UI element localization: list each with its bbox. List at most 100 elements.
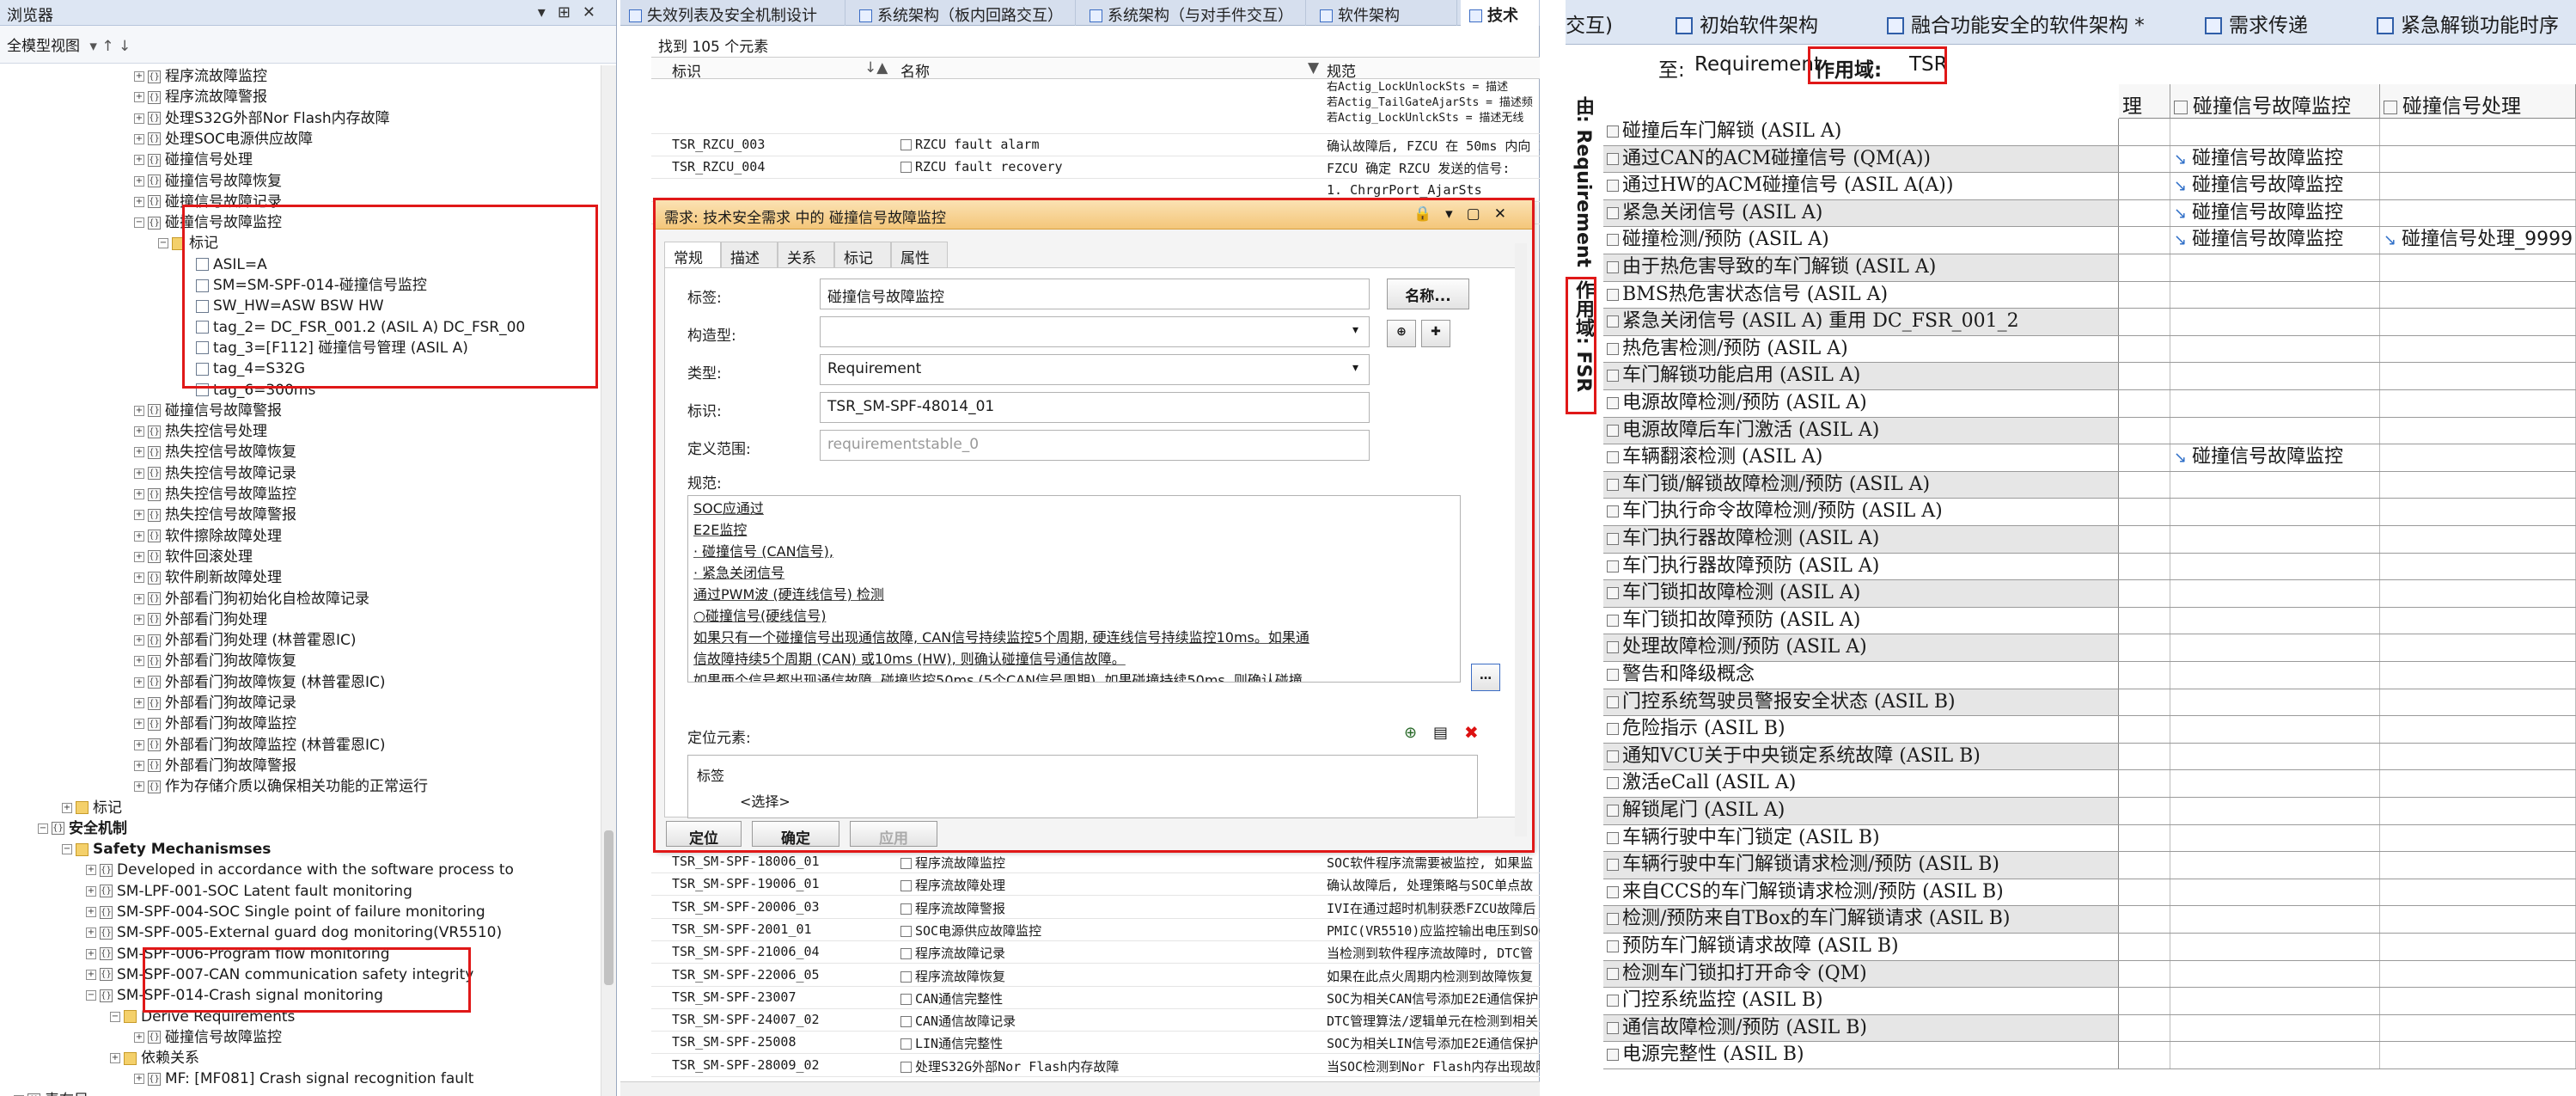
matrix-row[interactable]: 门控系统监控 (ASIL B) <box>1603 988 2576 1015</box>
matrix-cell[interactable] <box>2380 960 2576 988</box>
tree-item[interactable]: + {} 碰撞信号故障监控 <box>134 1028 282 1048</box>
matrix-cell[interactable] <box>2170 906 2380 933</box>
tab-system-arch-peer[interactable]: 系统架构（与对手件交互） <box>1081 0 1306 26</box>
matrix-cell[interactable]: ↘ 碰撞信号故障监控 <box>2170 444 2380 471</box>
matrix-cell[interactable] <box>2119 145 2170 173</box>
matrix-cell[interactable] <box>2380 743 2576 770</box>
tree-item[interactable]: + {} 碰撞信号故障恢复 <box>134 172 282 192</box>
tab-general[interactable]: 常规 <box>664 242 721 269</box>
expand-toggle-icon[interactable]: + <box>62 802 72 813</box>
matrix-cell[interactable] <box>2380 852 2576 879</box>
matrix-cell[interactable] <box>2119 607 2170 634</box>
matrix-cell[interactable]: ↘ 碰撞信号故障监控 <box>2170 199 2380 227</box>
tab-technical[interactable]: 技术 <box>1461 0 1540 26</box>
matrix-cell[interactable] <box>2119 227 2170 254</box>
col-id[interactable]: 标识 <box>672 59 701 81</box>
tree-item[interactable]: + {} 作为存储介质以确保相关功能的正常运行 <box>134 777 428 797</box>
expand-toggle-icon[interactable]: + <box>134 489 144 499</box>
tree-item[interactable]: + {} 软件刷新故障处理 <box>134 568 282 588</box>
matrix-cell[interactable] <box>2170 471 2380 499</box>
matrix-row-header[interactable]: 解锁尾门 (ASIL A) <box>1603 798 2119 824</box>
matrix-cell[interactable] <box>2380 798 2576 824</box>
tab-emergency-unlock[interactable]: 紧急解锁功能时序 <box>2377 9 2559 38</box>
matrix-cell[interactable] <box>2170 1042 2380 1068</box>
tree-item[interactable]: + {} 外部看门狗处理 (林普霍恩IC) <box>134 631 357 651</box>
matrix-row[interactable]: 车门执行器故障检测 (ASIL A) <box>1603 526 2576 554</box>
table-row[interactable]: TSR_SM-SPF-25008 LIN通信完整性 SOC为相关LIN信号添加E2E… <box>651 1032 1540 1055</box>
matrix-cell[interactable] <box>2170 363 2380 389</box>
matrix-row[interactable]: 电源故障检测/预防 (ASIL A) <box>1603 390 2576 418</box>
matrix-row-header[interactable]: 车门锁扣故障预防 (ASIL A) <box>1603 607 2119 634</box>
matrix-cell[interactable] <box>2170 390 2380 417</box>
matrix-row-header[interactable]: 车辆行驶中车门解锁请求检测/预防 (ASIL B) <box>1603 852 2119 879</box>
tree-item[interactable]: + {} MF: [MF081] Crash signal recognition … <box>134 1069 473 1089</box>
matrix-row-header[interactable]: 电源故障后车门激活 (ASIL A) <box>1603 417 2119 444</box>
expand-toggle-icon[interactable]: + <box>134 405 144 416</box>
matrix-cell[interactable] <box>2119 1042 2170 1068</box>
matrix-cell[interactable] <box>2380 580 2576 607</box>
matrix-cell[interactable] <box>2380 499 2576 525</box>
matrix-row-header[interactable]: 车门执行器故障检测 (ASIL A) <box>1603 526 2119 553</box>
stereotype-new-icon[interactable]: ✚ <box>1421 320 1450 347</box>
matrix-cell[interactable] <box>2170 824 2380 852</box>
matrix-cell[interactable] <box>2119 390 2170 417</box>
matrix-cell[interactable] <box>2380 1014 2576 1042</box>
table-row[interactable]: TSR_SM-SPF-2001_01 SOC电源供应故障监控 PMIC(VR5510… <box>651 919 1540 941</box>
expand-toggle-icon[interactable]: + <box>134 92 144 103</box>
matrix-row[interactable]: 通信故障检测/预防 (ASIL B) <box>1603 1014 2576 1043</box>
view-selector[interactable]: 全模型视图 <box>7 38 80 55</box>
tree-item[interactable]: − 标记 <box>158 234 218 254</box>
matrix-row-header[interactable]: 紧急关闭信号 (ASIL A) <box>1603 199 2119 227</box>
tree-item[interactable]: + {} Developed in accordance with the soft… <box>86 860 514 880</box>
matrix-cell[interactable] <box>2380 662 2576 689</box>
matrix-cell[interactable] <box>2170 309 2380 335</box>
expand-toggle-icon[interactable]: + <box>134 781 144 793</box>
tree-item[interactable]: +tag_6=300ms <box>182 381 315 401</box>
matrix-cell[interactable] <box>2170 689 2380 716</box>
expand-toggle-icon[interactable]: + <box>86 885 96 897</box>
matrix-row[interactable]: 通过CAN的ACM碰撞信号 (QM(A)) ↘ 碰撞信号故障监控 <box>1603 145 2576 174</box>
col-name[interactable]: 名称 <box>900 59 930 81</box>
table-row[interactable]: TSR_SM-SPF-24007_02 CAN通信故障记录 DTC管理算法/逻辑单元… <box>651 1009 1540 1032</box>
matrix-row[interactable]: 由于热危害导致的车门解锁 (ASIL A) <box>1603 254 2576 282</box>
matrix-cell[interactable] <box>2170 254 2380 281</box>
matrix-cell[interactable] <box>2170 553 2380 580</box>
matrix-cell[interactable] <box>2380 254 2576 281</box>
matrix-cell[interactable] <box>2119 988 2170 1014</box>
matrix-row[interactable]: 电源故障后车门激活 (ASIL A) <box>1603 417 2576 445</box>
matrix-cell[interactable] <box>2119 662 2170 689</box>
expand-toggle-icon[interactable]: + <box>134 175 144 187</box>
matrix-cell[interactable] <box>2119 417 2170 444</box>
tree-item[interactable]: + {} 程序流故障监控 <box>134 67 267 87</box>
table-row[interactable]: 右Actig_LockUnlockSts = 描述 若Actig_TailGat… <box>651 81 1540 134</box>
matrix-row[interactable]: 危险指示 (ASIL B) <box>1603 716 2576 744</box>
sort-icon[interactable]: ▼ <box>1308 59 1319 77</box>
locate-list[interactable]: 标签 <选择> <box>687 755 1478 818</box>
matrix-cell[interactable] <box>2119 471 2170 499</box>
table-row[interactable]: 1. ChrgrPort_AjarSts <box>651 180 1540 202</box>
matrix-cell[interactable] <box>2380 417 2576 444</box>
tree-item[interactable]: + {} 软件回滚处理 <box>134 548 253 567</box>
tree-item[interactable]: −{} 碰撞信号故障监控 <box>134 213 282 233</box>
matrix-cell[interactable] <box>2170 634 2380 661</box>
matrix-cell[interactable] <box>2380 390 2576 417</box>
matrix-row-header[interactable]: 电源完整性 (ASIL B) <box>1603 1042 2119 1068</box>
chevron-down-icon[interactable]: ▾ <box>1352 361 1358 375</box>
matrix-cell[interactable] <box>2380 770 2576 797</box>
expand-toggle-icon[interactable]: + <box>134 719 144 730</box>
tree-item[interactable]: +SW_HW=ASW BSW HW <box>182 297 384 316</box>
matrix-cell[interactable] <box>2119 852 2170 879</box>
matrix-cell[interactable] <box>2170 580 2380 607</box>
id-input[interactable]: TSR_SM-SPF-48014_01 <box>820 392 1370 423</box>
tree-item[interactable]: + {} 外部看门狗初始化自检故障记录 <box>134 590 369 609</box>
tree-item[interactable]: + {} 处理SOC电源供应故障 <box>134 130 313 150</box>
expand-toggle-icon[interactable]: + <box>134 614 144 625</box>
matrix-row[interactable]: 车门执行器故障预防 (ASIL A) <box>1603 553 2576 581</box>
matrix-cell[interactable] <box>2119 1014 2170 1042</box>
matrix-cell[interactable] <box>2380 607 2576 634</box>
matrix-cell[interactable] <box>2170 960 2380 988</box>
expand-toggle-icon[interactable]: + <box>134 635 144 646</box>
tab-interaction[interactable]: 交互) <box>1566 9 1613 38</box>
matrix-cell[interactable] <box>2380 824 2576 852</box>
expand-toggle-icon[interactable]: + <box>134 468 144 479</box>
